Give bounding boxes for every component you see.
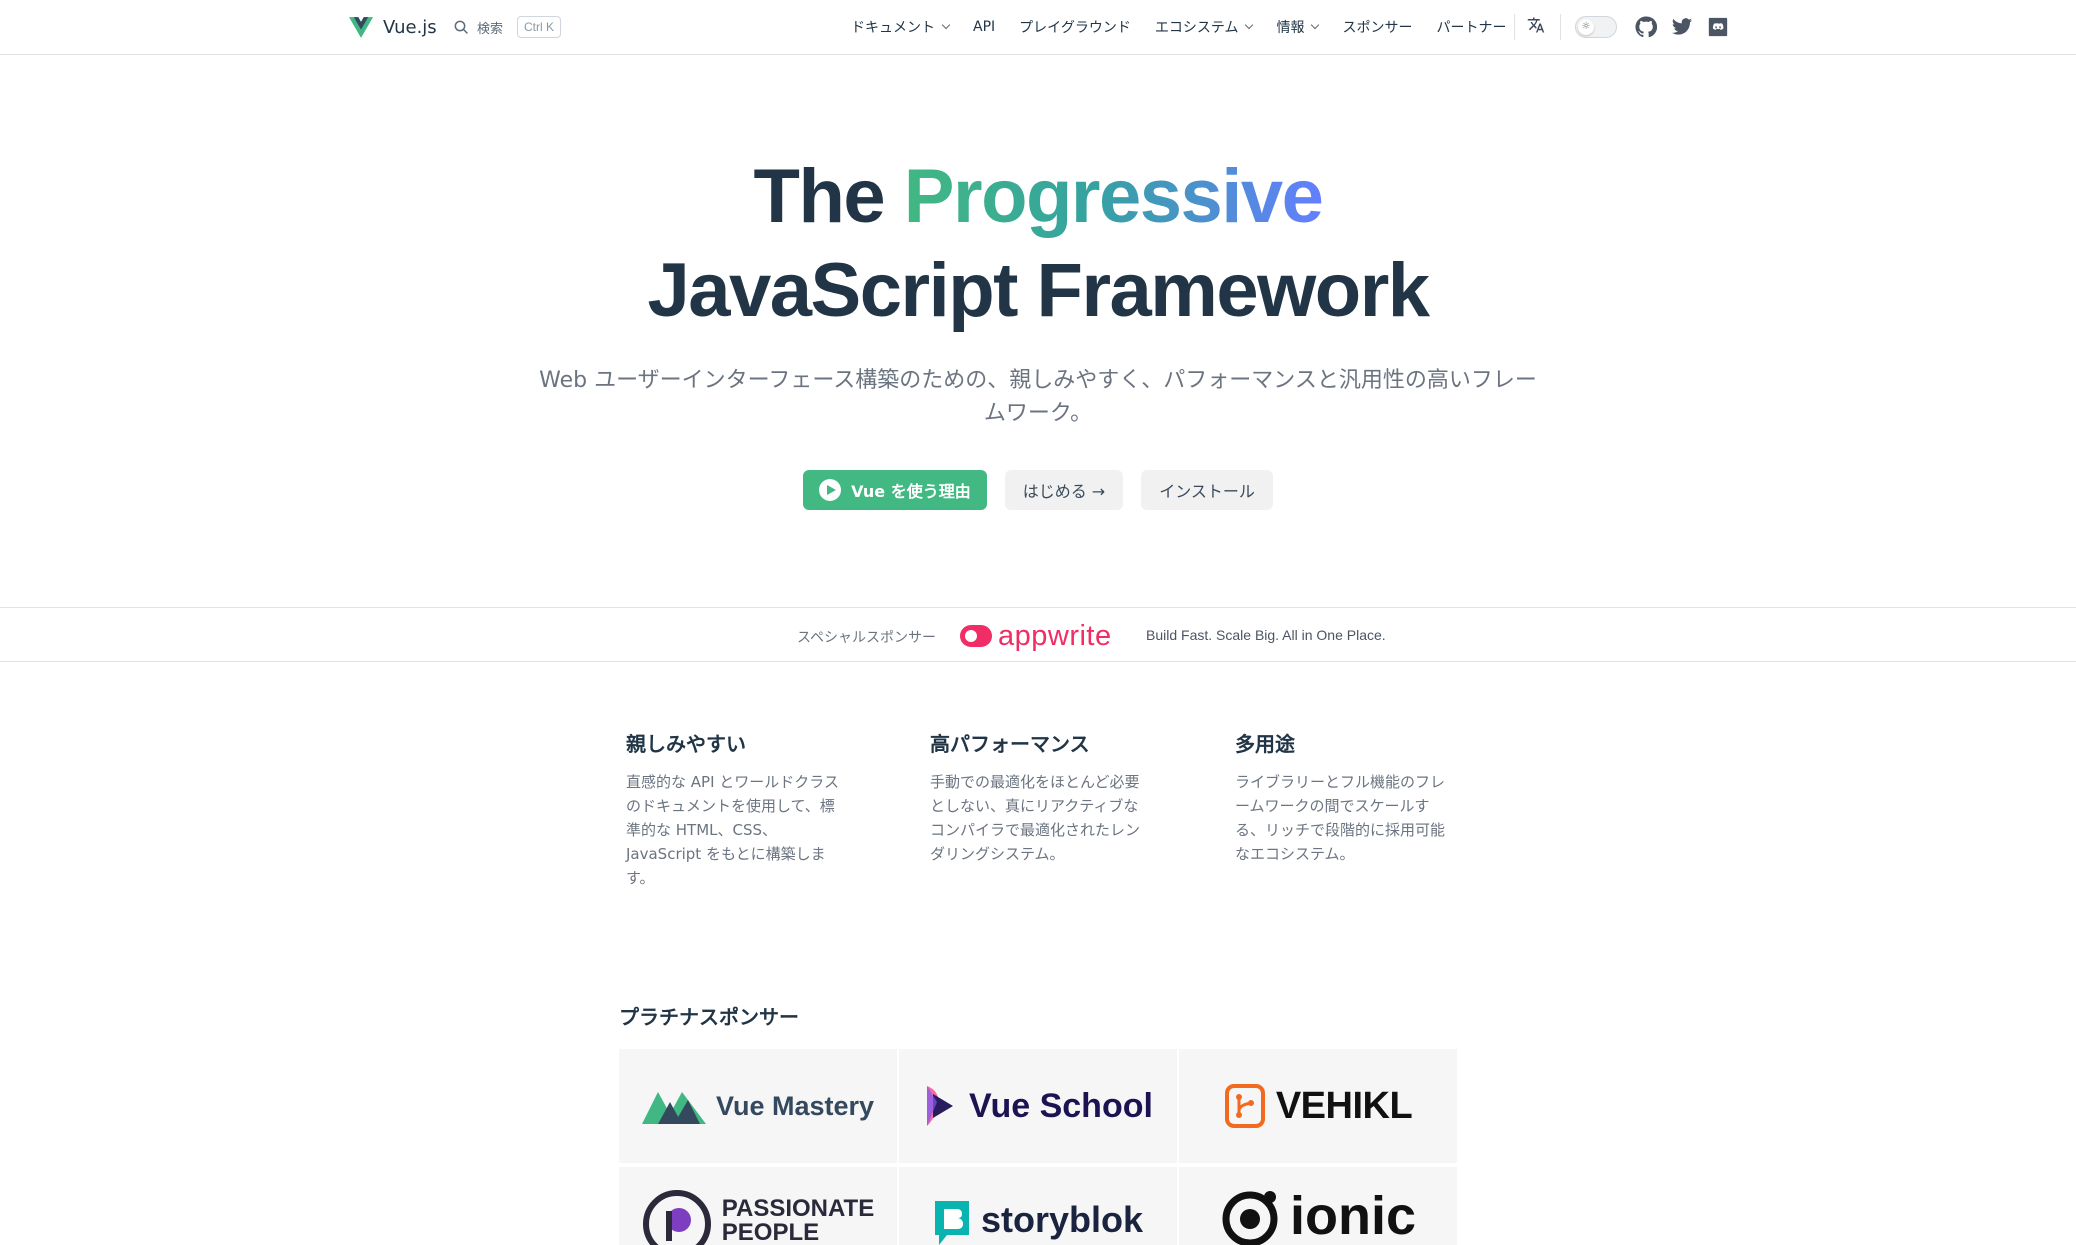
feature-title: 親しみやすい xyxy=(626,732,746,756)
platinum-sponsors-heading: プラチナスポンサー xyxy=(619,1005,799,1029)
appwrite-logo-link[interactable]: appwrite xyxy=(960,620,1112,652)
appearance-toggle[interactable]: ☼ xyxy=(1575,16,1617,38)
chevron-down-icon xyxy=(1311,20,1320,30)
menu-api[interactable]: API xyxy=(973,19,995,35)
menu-about[interactable]: 情報 xyxy=(1276,17,1320,37)
feature-text: 手動での最適化をほとんど必要としない、真にリアクティブなコンパイラで最適化された… xyxy=(930,773,1141,863)
menu-ecosystem-label: エコシステム xyxy=(1154,20,1239,36)
feature-title: 多用途 xyxy=(1235,732,1295,756)
main-menu: ドキュメント API プレイグラウンド エコシステム 情報 スポンサー パートナ… xyxy=(851,14,1506,40)
menu-partners-label: パートナー xyxy=(1436,20,1507,36)
menu-docs[interactable]: ドキュメント xyxy=(851,17,951,37)
hero-title-prefix: The xyxy=(753,154,886,239)
search-button[interactable]: 検索 Ctrl K xyxy=(453,14,562,40)
menu-api-label: API xyxy=(973,19,996,35)
passionate-people-logo-icon xyxy=(642,1190,711,1245)
menu-playground[interactable]: プレイグラウンド xyxy=(1019,17,1131,37)
why-vue-label: Vue を使う理由 xyxy=(851,482,971,501)
menu-docs-label: ドキュメント xyxy=(851,20,935,36)
vehikl-text: VEHIKL xyxy=(1275,1084,1413,1127)
home-link[interactable]: Vue.js xyxy=(349,14,437,40)
hero-title-accent: Progressive xyxy=(903,154,1324,239)
storyblok-text: storyblok xyxy=(980,1199,1144,1240)
feature-text: ライブラリーとフル機能のフレームワークの間でスケールする、リッチで段階的に採用可… xyxy=(1235,773,1446,863)
twitter-link[interactable] xyxy=(1671,16,1693,38)
menu-playground-label: プレイグラウンド xyxy=(1019,20,1131,36)
passionate-people-line1: PASSIONATE xyxy=(721,1195,875,1222)
feature-versatile: 多用途 ライブラリーとフル機能のフレームワークの間でスケールする、リッチで段階的… xyxy=(1235,730,1457,866)
discord-icon xyxy=(1708,17,1728,37)
nav-divider xyxy=(1560,14,1561,40)
ionic-logo-icon xyxy=(1222,1191,1278,1245)
passionate-people-wordmark: PASSIONATE PEOPLE xyxy=(722,1197,874,1245)
menu-sponsor[interactable]: スポンサー xyxy=(1342,17,1412,37)
feature-approachable: 親しみやすい 直感的な API とワールドクラスのドキュメントを使用して、標準的… xyxy=(626,730,840,890)
special-sponsor-label: スペシャルスポンサー xyxy=(797,630,937,646)
discord-link[interactable] xyxy=(1707,16,1729,38)
sponsor-passionate-people[interactable]: PASSIONATE PEOPLE xyxy=(619,1167,897,1245)
play-icon xyxy=(819,479,842,501)
feature-performant: 高パフォーマンス 手動での最適化をほとんど必要としない、真にリアクティブなコンパ… xyxy=(930,730,1152,866)
storyblok-logo-icon xyxy=(934,1201,969,1245)
feature-title: 高パフォーマンス xyxy=(930,732,1090,756)
chevron-down-icon xyxy=(941,20,951,30)
brand-name: Vue.js xyxy=(383,16,437,38)
feature-text: 直感的な API とワールドクラスのドキュメントを使用して、標準的な HTML、… xyxy=(626,773,839,887)
nav-divider xyxy=(1514,14,1515,40)
github-link[interactable] xyxy=(1635,16,1658,38)
translate-icon[interactable] xyxy=(1526,16,1546,38)
special-sponsor-tagline: Build Fast. Scale Big. All in One Place. xyxy=(1146,627,1386,643)
sponsor-vue-mastery[interactable]: Vue Mastery xyxy=(619,1049,897,1163)
vue-school-logo-icon xyxy=(927,1086,954,1126)
vue-school-text: Vue School xyxy=(969,1086,1153,1125)
search-shortcut: Ctrl K xyxy=(517,16,562,38)
vehikl-logo-icon xyxy=(1224,1084,1265,1128)
get-started-button[interactable]: はじめる → xyxy=(1004,470,1124,510)
sponsor-ionic[interactable]: ionic xyxy=(1179,1167,1457,1245)
ionic-text: ionic xyxy=(1289,1186,1416,1245)
passionate-people-line2: PEOPLE xyxy=(721,1219,820,1245)
hero-tagline: Web ユーザーインターフェース構築のための、親しみやすく、パフォーマンスと汎用… xyxy=(539,368,1537,426)
search-icon xyxy=(454,20,468,34)
top-navbar: Vue.js 検索 Ctrl K ドキュメント API プレイグラウンド エコシ… xyxy=(0,0,2076,55)
hero-title: The Progressive JavaScript Framework xyxy=(0,150,2076,338)
menu-sponsor-label: スポンサー xyxy=(1342,20,1413,36)
github-icon xyxy=(1635,16,1658,38)
hero-actions: Vue を使う理由 はじめる → インストール xyxy=(0,470,2076,510)
menu-about-label: 情報 xyxy=(1276,20,1305,36)
translate-glyph xyxy=(1527,17,1545,33)
sponsor-vehikl[interactable]: VEHIKL xyxy=(1179,1049,1457,1163)
sponsor-storyblok[interactable]: storyblok xyxy=(899,1167,1177,1245)
appwrite-logo-icon xyxy=(960,625,992,647)
search-label: 検索 xyxy=(477,21,504,37)
twitter-icon xyxy=(1671,18,1693,35)
install-button[interactable]: インストール xyxy=(1141,470,1273,510)
appwrite-logo-text: appwrite xyxy=(998,619,1112,652)
hero-title-line2: JavaScript Framework xyxy=(647,248,1430,333)
menu-ecosystem[interactable]: エコシステム xyxy=(1154,17,1254,37)
vue-mastery-text: Vue Mastery xyxy=(715,1090,875,1121)
why-vue-button[interactable]: Vue を使う理由 xyxy=(803,470,987,510)
vue-mastery-logo-icon xyxy=(641,1092,706,1124)
vue-logo-icon xyxy=(349,16,373,38)
special-sponsor-bar: スペシャルスポンサー appwrite Build Fast. Scale Bi… xyxy=(0,607,2076,662)
sponsor-vue-school[interactable]: Vue School xyxy=(899,1049,1177,1163)
menu-partners[interactable]: パートナー xyxy=(1436,17,1506,37)
chevron-down-icon xyxy=(1245,20,1254,30)
sun-icon: ☼ xyxy=(1578,19,1594,35)
